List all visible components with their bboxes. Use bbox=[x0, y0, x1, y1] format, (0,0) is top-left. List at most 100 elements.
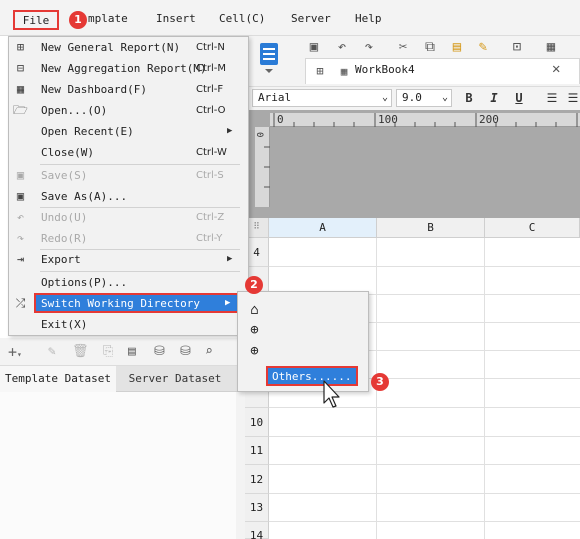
cut-icon[interactable]: ✂ bbox=[394, 38, 412, 56]
menu-insert[interactable]: Insert bbox=[156, 10, 196, 28]
dataset-refresh-icon[interactable]: ⛁ bbox=[180, 344, 191, 359]
menu-item-shortcut: Ctrl-N bbox=[196, 42, 225, 53]
workbook-icon: ▦ bbox=[340, 64, 348, 78]
menu-item-label: Close(W) bbox=[41, 146, 94, 159]
search-icon[interactable]: ⌕ bbox=[205, 344, 213, 359]
step-badge-2: 2 bbox=[245, 276, 263, 294]
menu-item-save-as[interactable]: ▣ Save As(A)... bbox=[9, 186, 240, 207]
menu-item-label: New Dashboard(F) bbox=[41, 83, 147, 96]
toolbar-extra-icon[interactable]: ▦ bbox=[542, 38, 560, 56]
row-header[interactable]: 10 bbox=[245, 408, 269, 437]
save-as-icon: ▣ bbox=[16, 189, 25, 203]
menu-item-label: Save(S) bbox=[41, 169, 88, 182]
menu-item-label: Save As(A)... bbox=[41, 190, 128, 203]
menu-item-shortcut: Ctrl-Z bbox=[196, 212, 225, 223]
bold-button[interactable]: B bbox=[460, 90, 478, 106]
menu-item-switch-working-directory[interactable]: Switch Working Directory ▶ bbox=[34, 293, 239, 313]
undo-icon[interactable]: ↶ bbox=[333, 38, 351, 56]
italic-button[interactable]: I bbox=[485, 90, 503, 106]
align-center-icon[interactable]: ☰ bbox=[564, 90, 580, 106]
globe-icon[interactable]: ⊕ bbox=[247, 323, 262, 338]
preview-icon[interactable]: ⊡ bbox=[508, 38, 526, 56]
submenu-item-others[interactable]: Others...... bbox=[266, 366, 358, 386]
menu-item-export[interactable]: ⇥ Export ▶ bbox=[9, 249, 240, 270]
menu-item-new-dashboard[interactable]: ▦ New Dashboard(F) Ctrl-F bbox=[9, 79, 240, 100]
menu-item-label: Open Recent(E) bbox=[41, 125, 134, 138]
menu-item-label: Export bbox=[41, 253, 81, 266]
menu-template[interactable]: mplate bbox=[88, 10, 128, 28]
row-header[interactable]: 13 bbox=[245, 494, 269, 522]
menu-item-label: Redo(R) bbox=[41, 232, 88, 245]
menu-item-exit[interactable]: Exit(X) bbox=[9, 314, 240, 335]
menu-item-label: Exit(X) bbox=[41, 318, 88, 331]
font-family-select[interactable]: Arial ⌄ bbox=[252, 89, 392, 107]
sheet-tab-workbook4[interactable]: WorkBook4 bbox=[355, 63, 415, 76]
menu-cell[interactable]: Cell(C) bbox=[219, 10, 265, 28]
svg-text:0: 0 bbox=[255, 132, 264, 137]
row-header[interactable]: 11 bbox=[245, 437, 269, 465]
row-header[interactable]: 12 bbox=[245, 465, 269, 494]
menu-item-label: Open...(O) bbox=[41, 104, 108, 117]
dataset-tree bbox=[0, 392, 236, 539]
menu-item-options[interactable]: Options(P)... bbox=[9, 272, 240, 293]
tab-server-dataset[interactable]: Server Dataset bbox=[116, 366, 234, 392]
menu-item-label: Undo(U) bbox=[41, 211, 88, 224]
grid-col-line bbox=[484, 238, 485, 539]
menu-item-open[interactable]: 🗁 Open...(O) Ctrl-O bbox=[9, 100, 240, 121]
grid-report-icon: ⊞ bbox=[16, 40, 25, 54]
menu-file[interactable]: File bbox=[13, 10, 59, 30]
align-left-icon[interactable]: ☰ bbox=[543, 90, 561, 106]
dashboard-icon: ▦ bbox=[16, 82, 25, 96]
ruler-label-0: 0 bbox=[277, 113, 284, 126]
tab-template-dataset[interactable]: Template Dataset bbox=[0, 366, 116, 392]
copy-icon[interactable]: ⧉ bbox=[421, 38, 439, 56]
delete-icon[interactable]: 🗑 bbox=[72, 344, 89, 359]
paste-icon[interactable]: ▤ bbox=[448, 38, 466, 56]
grid-row-line bbox=[269, 464, 580, 465]
redo-icon[interactable]: ↷ bbox=[360, 38, 378, 56]
globe-icon[interactable]: ⊕ bbox=[247, 344, 262, 359]
database-icon[interactable]: ⛁ bbox=[154, 344, 165, 359]
menu-item-new-general-report[interactable]: ⊞ New General Report(N) Ctrl-N bbox=[9, 37, 240, 58]
row-header[interactable]: 14 bbox=[245, 522, 269, 539]
menu-item-save[interactable]: ▣ Save(S) Ctrl-S bbox=[9, 165, 240, 186]
grid-row-line bbox=[269, 436, 580, 437]
menu-item-open-recent[interactable]: Open Recent(E) ▶ bbox=[9, 121, 240, 142]
shuffle-icon: ⤮ bbox=[15, 296, 26, 310]
new-report-icon[interactable] bbox=[258, 40, 280, 76]
add-dataset-icon[interactable]: +▾ bbox=[8, 343, 22, 361]
menu-server[interactable]: Server bbox=[291, 10, 331, 28]
menu-item-label: Switch Working Directory bbox=[41, 297, 200, 310]
close-icon[interactable]: ✕ bbox=[552, 61, 560, 77]
font-family-value: Arial bbox=[258, 91, 292, 104]
step-badge-1: 1 bbox=[69, 11, 87, 29]
menu-help[interactable]: Help bbox=[355, 10, 382, 28]
menu-item-new-aggregation-report[interactable]: ⊟ New Aggregation Report(M) Ctrl-M bbox=[9, 58, 240, 79]
ruler-label-100: 100 bbox=[378, 113, 398, 126]
dataset-settings-icon[interactable]: ▤ bbox=[128, 344, 136, 359]
grid-row-line bbox=[269, 521, 580, 522]
grid-row-line bbox=[269, 493, 580, 494]
menu-bar: File mplate Insert Cell(C) Server Help bbox=[0, 0, 580, 36]
sheet-grid-icon: ⊞ bbox=[316, 64, 324, 78]
column-header-c[interactable]: C bbox=[485, 218, 580, 238]
export-icon: ⇥ bbox=[16, 252, 25, 266]
column-header-b[interactable]: B bbox=[377, 218, 485, 238]
underline-button[interactable]: U bbox=[510, 90, 528, 106]
format-brush-icon[interactable]: ✎ bbox=[474, 38, 492, 56]
menu-item-undo[interactable]: ↶ Undo(U) Ctrl-Z bbox=[9, 207, 240, 228]
redo-icon: ↷ bbox=[16, 231, 25, 245]
submenu-arrow-icon: ▶ bbox=[227, 126, 233, 136]
menu-item-redo[interactable]: ↷ Redo(R) Ctrl-Y bbox=[9, 228, 240, 249]
submenu-arrow-icon: ▶ bbox=[227, 254, 233, 264]
preview-dataset-icon[interactable]: ⎘ bbox=[103, 344, 113, 359]
grid-row-line bbox=[269, 266, 580, 267]
column-header-a[interactable]: A bbox=[269, 218, 377, 238]
home-icon[interactable]: ⌂ bbox=[247, 303, 262, 318]
save-icon[interactable]: ▣ bbox=[305, 38, 323, 56]
mouse-cursor-icon bbox=[323, 380, 340, 408]
font-size-select[interactable]: 9.0 ⌄ bbox=[396, 89, 452, 107]
menu-item-close[interactable]: Close(W) Ctrl-W bbox=[9, 142, 240, 163]
edit-icon[interactable]: ✎ bbox=[48, 344, 56, 359]
ruler-label-200: 200 bbox=[479, 113, 499, 126]
